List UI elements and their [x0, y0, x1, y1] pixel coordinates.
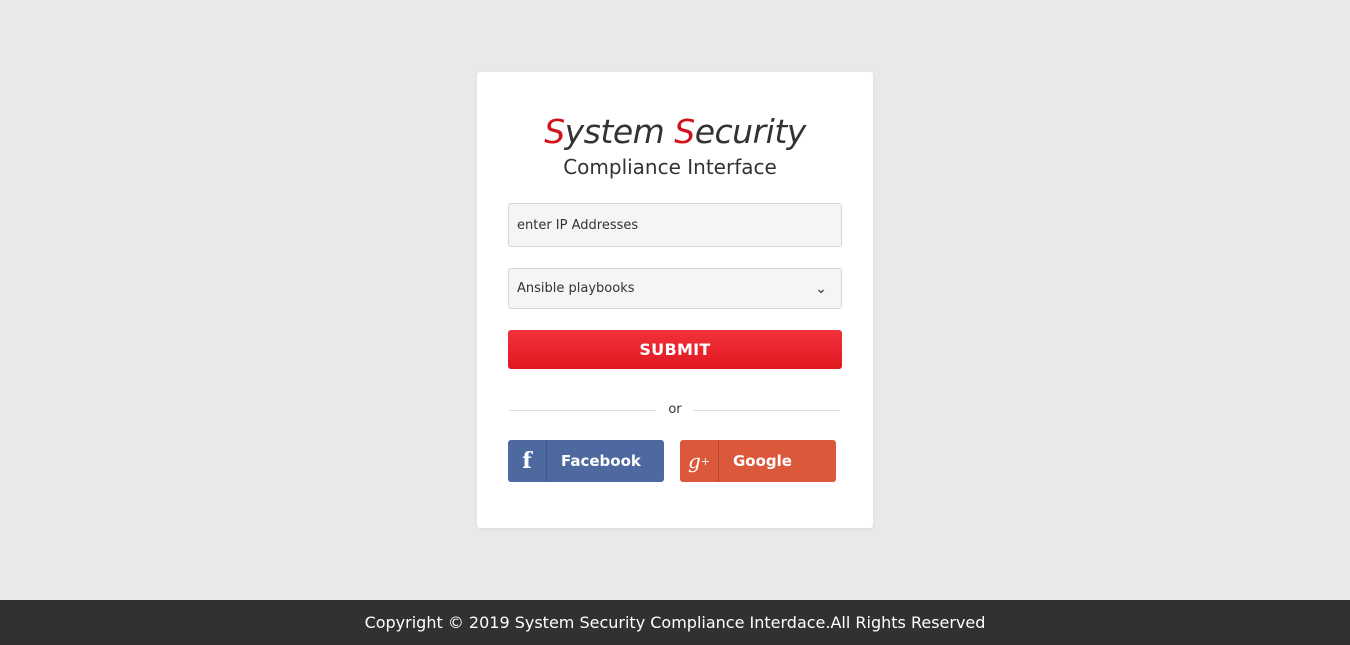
facebook-label: Facebook [561, 452, 641, 470]
google-login-button[interactable]: g + Google [680, 440, 836, 482]
title-letter-s2: S [674, 112, 695, 151]
app-title: System Security [477, 112, 873, 151]
title-part-ystem: ystem [564, 112, 675, 151]
footer: Copyright © 2019 System Security Complia… [0, 600, 1350, 645]
playbook-select[interactable]: Ansible playbooks ⌄ [508, 268, 842, 309]
or-separator: or [668, 402, 682, 417]
app-subtitle: Compliance Interface [563, 155, 777, 179]
google-label: Google [733, 452, 792, 470]
title-letter-s1: S [544, 112, 565, 151]
facebook-login-button[interactable]: f Facebook [508, 440, 664, 482]
facebook-icon: f [508, 440, 547, 482]
divider-right [693, 410, 840, 411]
playbook-select-value: Ansible playbooks [517, 281, 635, 296]
ip-address-input[interactable] [508, 203, 842, 247]
login-card: System Security Compliance Interface Ans… [477, 72, 873, 528]
submit-button[interactable]: SUBMIT [508, 330, 842, 369]
chevron-down-icon: ⌄ [815, 281, 827, 297]
copyright-text: Copyright © 2019 System Security Complia… [364, 613, 986, 632]
title-part-ecurity: ecurity [694, 112, 807, 151]
divider-left [509, 410, 656, 411]
google-plus-icon: g + [680, 440, 719, 482]
